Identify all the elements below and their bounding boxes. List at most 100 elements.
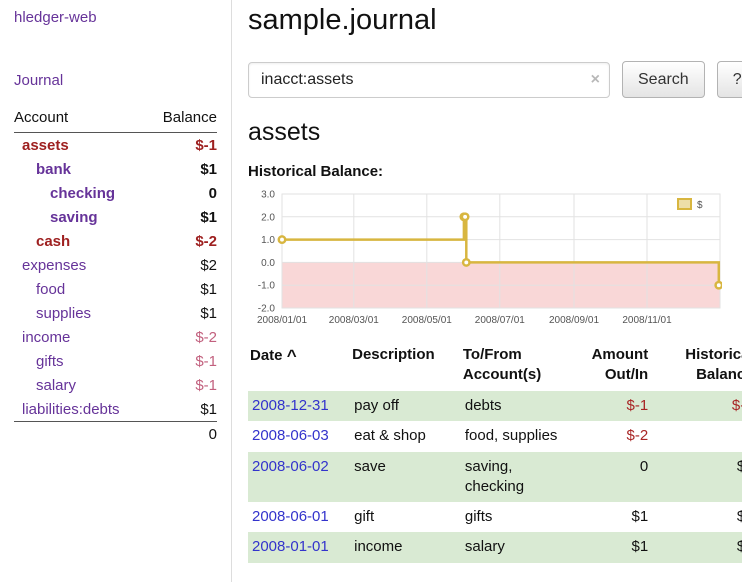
transaction-amount: $1 [575, 532, 652, 562]
svg-text:2008/07/01: 2008/07/01 [475, 315, 525, 326]
register-header-description: Description [350, 342, 461, 391]
transaction-description: pay off [350, 391, 461, 421]
account-heading: assets [248, 118, 742, 147]
transaction-date-link[interactable]: 2008-06-02 [252, 458, 329, 475]
account-name-cell: checking [14, 181, 148, 205]
account-link[interactable]: supplies [36, 305, 91, 322]
transaction-amount: $1 [575, 502, 652, 532]
account-name-cell: liabilities:debts [14, 397, 148, 422]
account-balance: $1 [148, 397, 217, 422]
historical-balance-chart: 3.02.01.00.0-1.0-2.02008/01/012008/03/01… [248, 188, 742, 334]
transaction-amount: $-1 [575, 391, 652, 421]
svg-text:2.0: 2.0 [261, 212, 275, 223]
account-balance: $1 [148, 277, 217, 301]
account-link[interactable]: expenses [22, 257, 86, 274]
account-link[interactable]: income [22, 329, 70, 346]
transaction-accounts: debts [461, 391, 575, 421]
account-row: liabilities:debts $1 [14, 397, 217, 422]
transaction-description: gift [350, 502, 461, 532]
page-title: sample.journal [248, 4, 742, 37]
transaction-balance: $-1 [652, 391, 742, 421]
register-header-date-label: Date [250, 347, 283, 364]
search-bar: × Search ? [248, 61, 742, 98]
account-name-cell: income [14, 325, 148, 349]
register-header-row: Date ^ Description To/From Account(s) Am… [248, 342, 742, 391]
transaction-accounts: saving, checking [461, 452, 575, 503]
account-balance: 0 [148, 181, 217, 205]
account-row: salary$-1 [14, 373, 217, 397]
accounts-table-body: assets$-1bank$1checking0saving$1cash$-2e… [14, 133, 217, 422]
account-name-cell: food [14, 277, 148, 301]
search-input[interactable] [248, 62, 610, 98]
sort-ascending-icon: ^ [287, 346, 297, 365]
transaction-date-link[interactable]: 2008-12-31 [252, 397, 329, 414]
transaction-date-link[interactable]: 2008-06-03 [252, 427, 329, 444]
account-row: supplies $1 [14, 301, 217, 325]
brand-link[interactable]: hledger-web [14, 9, 217, 26]
register-row: 2008-06-01giftgifts$1$2 [248, 502, 742, 532]
account-row: cash$-2 [14, 229, 217, 253]
chart-title: Historical Balance: [248, 163, 742, 180]
account-balance: $-2 [148, 325, 217, 349]
clear-search-icon[interactable]: × [591, 71, 600, 89]
account-row: saving $1 [14, 205, 217, 229]
search-box: × [248, 62, 610, 98]
account-name-cell: cash [14, 229, 148, 253]
transaction-date-link[interactable]: 2008-01-01 [252, 538, 329, 555]
register-header-accounts: To/From Account(s) [461, 342, 575, 391]
account-link[interactable]: food [36, 281, 65, 298]
account-row: gifts $-1 [14, 349, 217, 373]
svg-text:2008/09/01: 2008/09/01 [549, 315, 599, 326]
account-link[interactable]: assets [22, 137, 69, 154]
transaction-amount: $-2 [575, 421, 652, 451]
transaction-date-cell: 2008-06-03 [248, 421, 350, 451]
register-header-amount: Amount Out/In [575, 342, 652, 391]
account-link[interactable]: salary [36, 377, 76, 394]
help-button[interactable]: ? [717, 61, 742, 98]
transaction-date-cell: 2008-12-31 [248, 391, 350, 421]
account-balance: $1 [148, 205, 217, 229]
register-row: 2008-12-31pay offdebts$-1$-1 [248, 391, 742, 421]
account-balance: $1 [148, 301, 217, 325]
register-row: 2008-06-03eat & shopfood, supplies$-20 [248, 421, 742, 451]
balance-chart-svg: 3.02.01.00.0-1.0-2.02008/01/012008/03/01… [248, 188, 722, 334]
account-link[interactable]: cash [36, 233, 70, 250]
transaction-balance: 0 [652, 421, 742, 451]
transaction-amount: 0 [575, 452, 652, 503]
accounts-header-balance: Balance [148, 106, 217, 133]
svg-text:0.0: 0.0 [261, 258, 275, 269]
register-header-balance: Historical Balance [652, 342, 742, 391]
page: hledger-web Journal Account Balance asse… [0, 0, 742, 582]
account-name-cell: assets [14, 133, 148, 158]
svg-text:3.0: 3.0 [261, 190, 275, 201]
accounts-header-row: Account Balance [14, 106, 217, 133]
accounts-header-account: Account [14, 106, 148, 133]
transaction-date-link[interactable]: 2008-06-01 [252, 508, 329, 525]
svg-text:-2.0: -2.0 [258, 304, 276, 315]
register-table: Date ^ Description To/From Account(s) Am… [248, 342, 742, 563]
main-content: sample.journal × Search ? assets Histori… [232, 0, 742, 582]
transaction-description: income [350, 532, 461, 562]
transaction-accounts: food, supplies [461, 421, 575, 451]
account-balance: $1 [148, 157, 217, 181]
account-name-cell: bank [14, 157, 148, 181]
account-link[interactable]: checking [50, 185, 115, 202]
nav-journal-link[interactable]: Journal [14, 72, 217, 89]
svg-text:-1.0: -1.0 [258, 281, 276, 292]
account-link[interactable]: bank [36, 161, 71, 178]
account-row: income $-2 [14, 325, 217, 349]
svg-text:2008/11/01: 2008/11/01 [622, 315, 672, 326]
transaction-balance: $2 [652, 502, 742, 532]
search-button[interactable]: Search [622, 61, 705, 98]
account-name-cell: saving [14, 205, 148, 229]
transaction-balance: $1 [652, 532, 742, 562]
svg-text:2008/03/01: 2008/03/01 [329, 315, 379, 326]
transaction-date-cell: 2008-01-01 [248, 532, 350, 562]
account-link[interactable]: saving [50, 209, 98, 226]
register-header-date[interactable]: Date ^ [248, 342, 350, 391]
account-name-cell: gifts [14, 349, 148, 373]
account-balance: $-1 [148, 349, 217, 373]
account-link[interactable]: gifts [36, 353, 64, 370]
account-link[interactable]: liabilities:debts [22, 401, 120, 418]
sidebar: hledger-web Journal Account Balance asse… [0, 0, 232, 582]
